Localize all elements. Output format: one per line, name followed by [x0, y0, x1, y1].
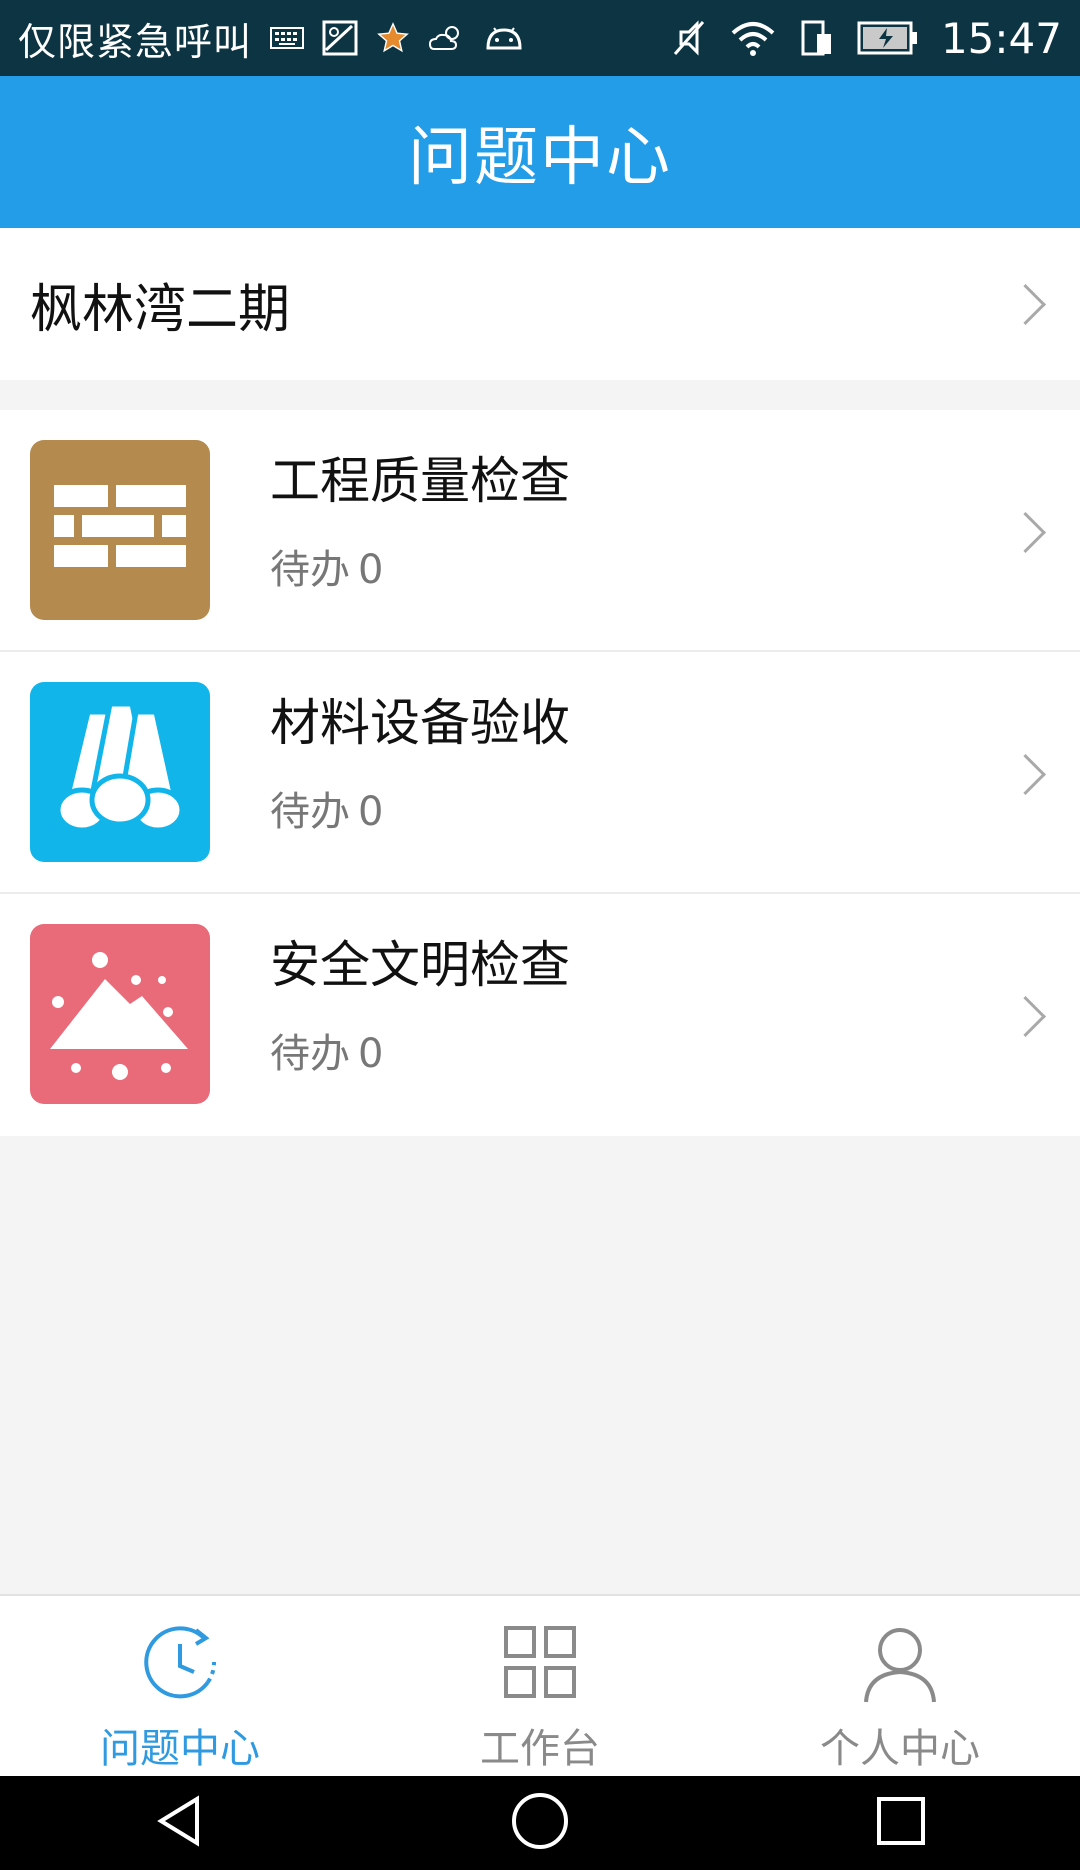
brick-wall-icon	[30, 440, 210, 620]
tab-label: 工作台	[480, 1726, 600, 1772]
tab-profile[interactable]: 个人中心	[720, 1596, 1080, 1778]
battery-icon	[857, 20, 919, 56]
page-title: 问题中心	[408, 121, 672, 195]
mute-icon	[671, 18, 707, 58]
project-name: 枫林湾二期	[30, 279, 291, 340]
chevron-right-icon	[1004, 995, 1047, 1038]
chevron-right-icon	[1004, 753, 1047, 796]
carrier-text: 仅限紧急呼叫	[18, 19, 253, 64]
project-selector[interactable]: 枫林湾二期	[0, 228, 1080, 380]
tab-label: 问题中心	[100, 1726, 260, 1772]
pending-label: 待办	[270, 1031, 350, 1077]
grid-icon	[498, 1620, 582, 1708]
module-pending: 待办 0	[270, 782, 570, 842]
image-icon	[322, 20, 358, 56]
module-item-quality-inspection[interactable]: 工程质量检查 待办 0	[0, 410, 1080, 652]
module-title: 材料设备验收	[270, 694, 570, 752]
module-pending: 待办 0	[270, 540, 570, 600]
android-icon	[484, 24, 524, 52]
bottom-nav: 问题中心 工作台 个人中心	[0, 1594, 1080, 1778]
title-bar: 问题中心	[0, 76, 1080, 228]
pending-label: 待办	[270, 789, 350, 835]
clock-text: 15:47	[940, 13, 1062, 63]
module-title: 工程质量检查	[270, 452, 570, 510]
back-icon[interactable]	[151, 1793, 207, 1853]
module-item-material-acceptance[interactable]: 材料设备验收 待办 0	[0, 652, 1080, 894]
chevron-right-icon	[1004, 511, 1047, 554]
tab-label: 个人中心	[820, 1726, 980, 1772]
keyboard-icon	[270, 26, 305, 50]
pending-count: 0	[358, 1031, 384, 1077]
module-title: 安全文明检查	[270, 936, 570, 994]
module-list: 工程质量检查 待办 0 材料设备验收 待办 0 安全文明检查 待办 0	[0, 410, 1080, 1136]
weather-icon	[428, 21, 466, 55]
tab-workbench[interactable]: 工作台	[360, 1596, 720, 1778]
wifi-icon	[729, 19, 777, 57]
module-pending: 待办 0	[270, 1024, 570, 1084]
pending-label: 待办	[270, 547, 350, 593]
clock-icon	[138, 1620, 222, 1708]
home-icon[interactable]	[510, 1791, 570, 1855]
pending-count: 0	[358, 789, 384, 835]
star-icon	[376, 21, 410, 55]
sim-icon	[799, 18, 835, 58]
module-item-safety-inspection[interactable]: 安全文明检查 待办 0	[0, 894, 1080, 1136]
pipes-icon	[30, 682, 210, 862]
pending-count: 0	[358, 547, 384, 593]
system-nav-bar	[0, 1776, 1080, 1870]
mountain-icon	[30, 924, 210, 1104]
recents-icon[interactable]	[873, 1793, 929, 1853]
status-bar: 仅限紧急呼叫 15:47	[0, 0, 1080, 76]
chevron-right-icon	[1004, 283, 1047, 325]
person-icon	[858, 1620, 942, 1708]
tab-issue-center[interactable]: 问题中心	[0, 1596, 360, 1778]
